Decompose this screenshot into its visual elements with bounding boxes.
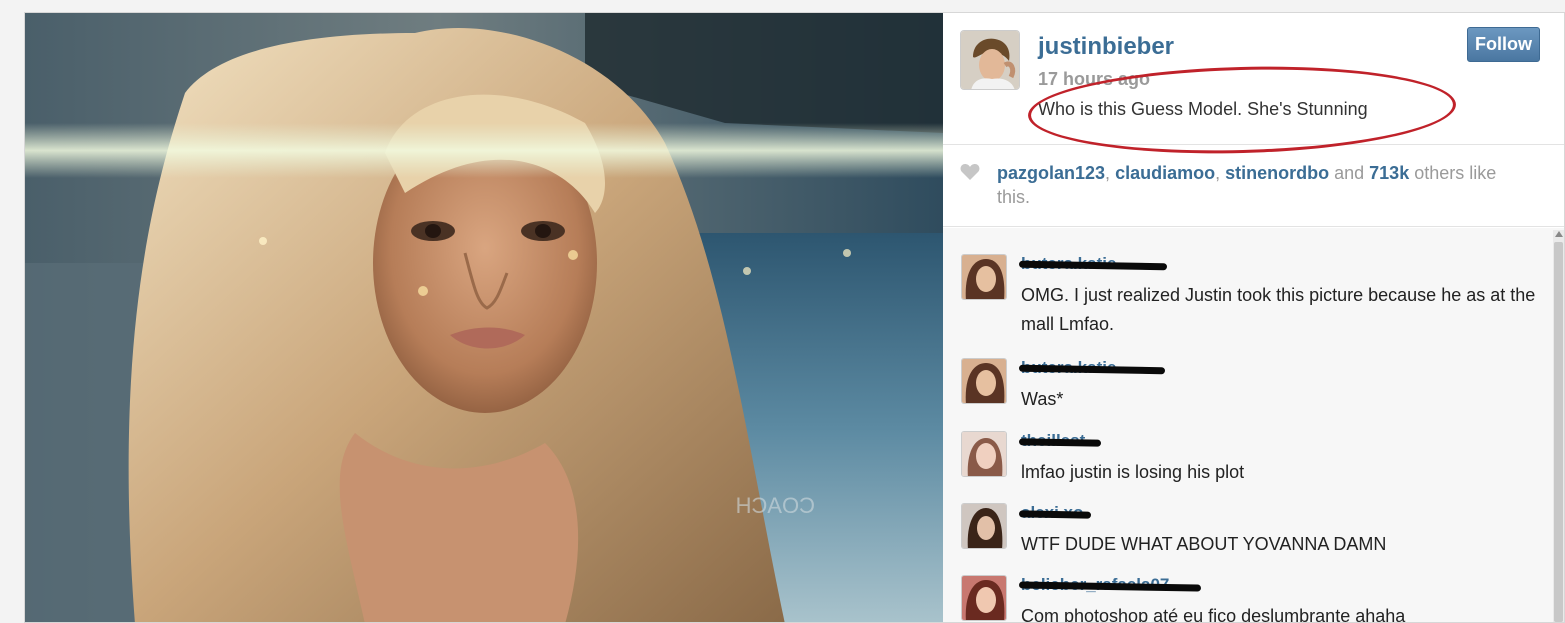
comments-scrollbar[interactable] [1553, 230, 1564, 622]
liker-2[interactable]: claudiamoo [1115, 163, 1215, 183]
post-username[interactable]: justinbieber [1038, 33, 1174, 61]
avatar-image [962, 255, 1006, 299]
likes-and: and [1329, 163, 1370, 183]
photo-watermark: COACH [736, 493, 815, 518]
avatar-image [962, 359, 1006, 403]
comment-avatar[interactable] [961, 254, 1007, 300]
comment-text: Was* [1021, 389, 1064, 409]
post-timestamp[interactable]: 17 hours ago [1038, 69, 1150, 90]
liker-1[interactable]: pazgolan123 [997, 163, 1105, 183]
heart-icon[interactable] [960, 163, 980, 181]
avatar-image [961, 31, 1019, 89]
avatar-image [962, 504, 1006, 548]
photo-image: COACH [25, 13, 943, 622]
avatar-image [962, 576, 1006, 620]
redaction-mark [1018, 438, 1102, 447]
avatar-image [962, 432, 1006, 476]
likes-separator: , [1215, 163, 1226, 183]
comment-text: Com photoshop até eu fico deslumbrante a… [1021, 606, 1406, 623]
comment-text: WTF DUDE WHAT ABOUT YOVANNA DAMN [1021, 534, 1387, 554]
post-header: justinbieber 17 hours ago Who is this Gu… [943, 13, 1564, 159]
comment-avatar[interactable] [961, 575, 1007, 621]
liker-3[interactable]: stinenordbo [1225, 163, 1329, 183]
avatar[interactable] [960, 30, 1020, 90]
comments-list: butera.katie OMG. I just realized Justin… [943, 228, 1564, 623]
follow-button[interactable]: Follow [1467, 27, 1540, 62]
likes-summary: pazgolan123, claudiamoo, stinenordbo and… [997, 161, 1527, 209]
post-sidebar: justinbieber 17 hours ago Who is this Gu… [943, 13, 1564, 623]
redaction-mark [1018, 510, 1092, 519]
post-frame: COACH justinbieber 17 hours ago Who is t… [24, 12, 1565, 623]
post-caption: Who is this Guess Model. She's Stunning [1038, 99, 1368, 119]
scroll-up-arrow-icon[interactable] [1555, 231, 1563, 237]
comment-text: lmfao justin is losing his plot [1021, 462, 1245, 482]
likes-section: pazgolan123, claudiamoo, stinenordbo and… [943, 145, 1564, 227]
likes-separator: , [1105, 163, 1116, 183]
comment-avatar[interactable] [961, 431, 1007, 477]
scrollbar-thumb[interactable] [1554, 242, 1563, 622]
comment-avatar[interactable] [961, 358, 1007, 404]
comment-text: OMG. I just realized Justin took this pi… [1021, 285, 1536, 334]
post-photo[interactable]: COACH [25, 13, 943, 622]
comment-avatar[interactable] [961, 503, 1007, 549]
likes-count[interactable]: 713k [1369, 163, 1409, 183]
